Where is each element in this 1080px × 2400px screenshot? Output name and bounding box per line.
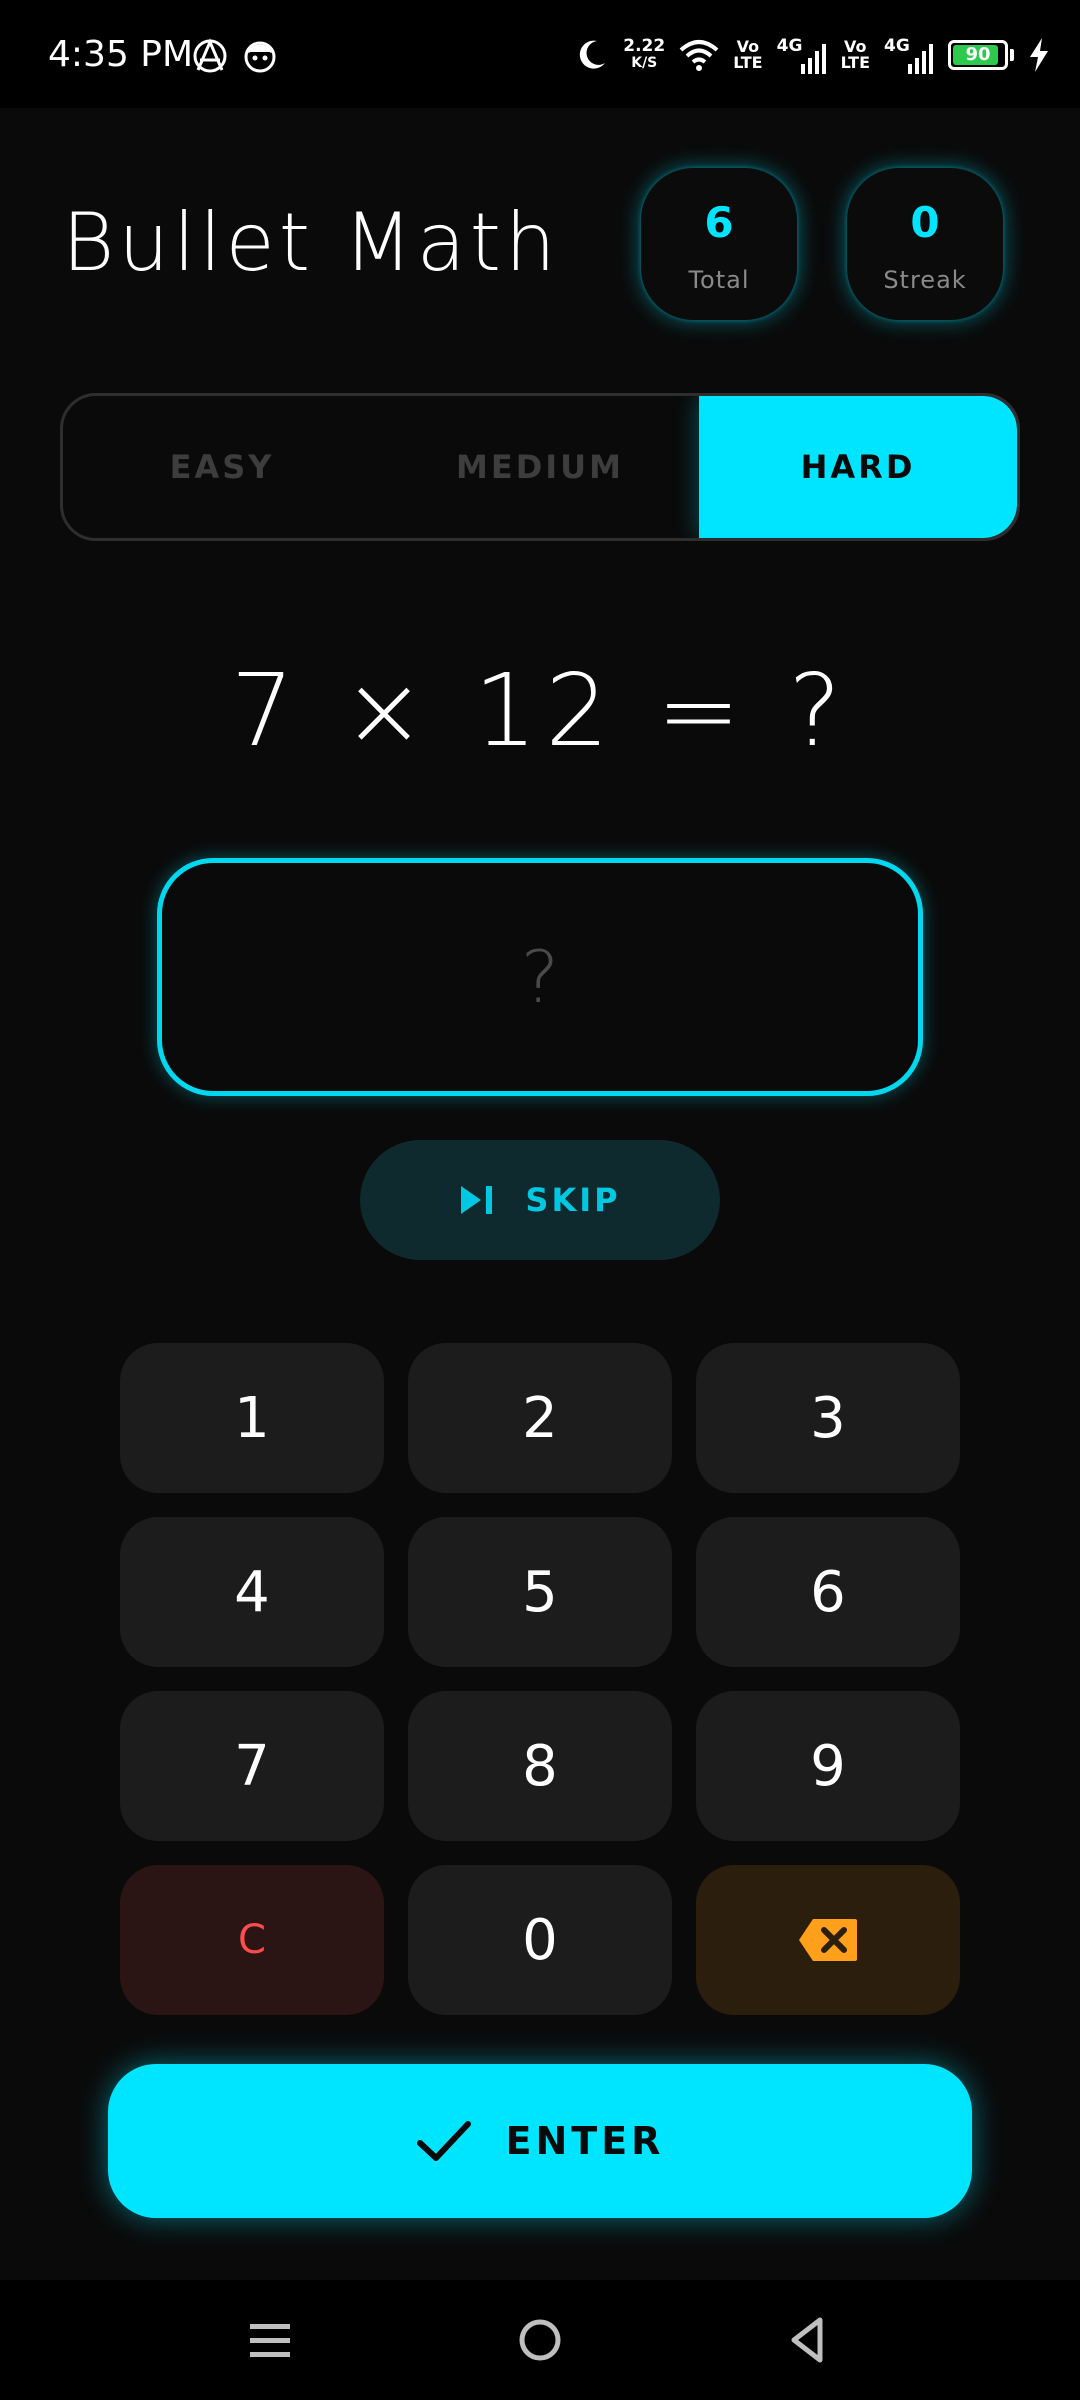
skip-button[interactable]: SKIP xyxy=(360,1140,720,1260)
difficulty-medium-option[interactable]: MEDIUM xyxy=(381,396,699,538)
network-2-label: 4G xyxy=(884,36,910,56)
difficulty-selector: EASY MEDIUM HARD xyxy=(60,393,1020,541)
volte-indicator-2: Vo LTE xyxy=(841,39,870,71)
clear-button[interactable]: C xyxy=(120,1865,384,2015)
key-7[interactable]: 7 xyxy=(120,1691,384,1841)
key-0[interactable]: 0 xyxy=(408,1865,672,2015)
key-8[interactable]: 8 xyxy=(408,1691,672,1841)
key-6[interactable]: 6 xyxy=(696,1517,960,1667)
battery-indicator: 90 xyxy=(948,40,1008,70)
app-title: Bullet Math xyxy=(62,196,560,289)
skip-label: SKIP xyxy=(525,1181,621,1219)
key-5[interactable]: 5 xyxy=(408,1517,672,1667)
wifi-icon xyxy=(679,40,719,71)
streak-label: Streak xyxy=(883,266,967,294)
signal-icon xyxy=(908,44,933,74)
streak-stat-card: 0 Streak xyxy=(847,168,1003,320)
status-icons: 2.22 K/S Vo LTE 4G Vo LTE 4G 90 xyxy=(573,30,1050,80)
navigation-bar xyxy=(0,2280,1080,2400)
network-1: 4G xyxy=(777,36,827,74)
menu-icon[interactable] xyxy=(240,2310,300,2370)
streak-value: 0 xyxy=(910,198,940,247)
backspace-button[interactable] xyxy=(696,1865,960,2015)
anarchy-icon xyxy=(193,38,227,73)
volte-1-bottom: LTE xyxy=(733,53,763,72)
battery-level: 90 xyxy=(965,44,991,65)
back-icon[interactable] xyxy=(778,2310,838,2370)
total-stat-card: 6 Total xyxy=(641,168,797,320)
signal-icon xyxy=(800,44,826,74)
total-value: 6 xyxy=(704,198,734,247)
net-speed-unit: K/S xyxy=(631,55,658,71)
answer-placeholder: ? xyxy=(520,935,560,1019)
key-9[interactable]: 9 xyxy=(696,1691,960,1841)
status-time: 4:35 PM xyxy=(48,34,194,75)
difficulty-hard-option[interactable]: HARD xyxy=(699,396,1017,538)
battery-nub xyxy=(1010,49,1014,61)
network-1-label: 4G xyxy=(776,36,803,56)
answer-input[interactable]: ? xyxy=(157,858,923,1096)
backspace-icon xyxy=(799,1919,857,1961)
network-2: 4G xyxy=(884,36,934,74)
question-text: 7 × 12 = ? xyxy=(230,652,850,769)
enter-label: ENTER xyxy=(505,2119,665,2163)
key-4[interactable]: 4 xyxy=(120,1517,384,1667)
net-speed: 2.22 K/S xyxy=(623,38,665,72)
status-bar: 4:35 PM 2.22 K/S Vo LTE 4G Vo LTE 4G 90 xyxy=(0,0,1080,108)
face-icon xyxy=(244,41,276,73)
key-3[interactable]: 3 xyxy=(696,1343,960,1493)
difficulty-easy-option[interactable]: EASY xyxy=(63,396,381,538)
key-1[interactable]: 1 xyxy=(120,1343,384,1493)
total-label: Total xyxy=(688,266,750,294)
enter-button[interactable]: ENTER xyxy=(108,2064,972,2218)
volte-indicator-1: Vo LTE xyxy=(733,39,762,71)
home-icon[interactable] xyxy=(510,2310,570,2370)
key-2[interactable]: 2 xyxy=(408,1343,672,1493)
net-speed-value: 2.22 xyxy=(623,36,666,56)
check-icon xyxy=(416,2121,471,2161)
charging-bolt-icon xyxy=(1030,38,1048,72)
skip-next-icon xyxy=(461,1186,493,1214)
volte-2-bottom: LTE xyxy=(840,53,870,72)
moon-icon xyxy=(580,40,606,69)
